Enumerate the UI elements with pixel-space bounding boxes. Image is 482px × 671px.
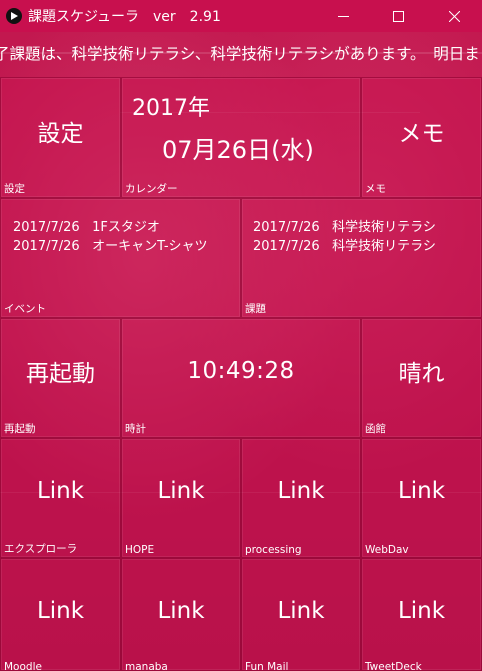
title-bar: 課題スケジューラ ver 2.91 (0, 0, 482, 32)
maximize-button[interactable] (375, 0, 421, 32)
link-tile-title: Link (277, 478, 325, 504)
play-icon (6, 8, 22, 24)
weather-location-label: 函館 (365, 423, 386, 435)
memo-tile-label: メモ (365, 183, 386, 195)
link-tile-explorer[interactable]: Link エクスプローラ (0, 438, 121, 558)
memo-tile[interactable]: メモ メモ (361, 77, 482, 198)
link-tile-label: processing (245, 544, 302, 556)
event-text: 1Fスタジオ (92, 220, 160, 235)
event-date: 2017/7/26 (13, 220, 80, 235)
window-title: 課題スケジューラ ver 2.91 (28, 9, 221, 25)
calendar-tile-label: カレンダー (125, 183, 178, 195)
assignment-date: 2017/7/26 (253, 220, 320, 235)
calendar-tile[interactable]: 2017年 07月26日(水) カレンダー (121, 77, 361, 198)
event-item: 2017/7/26 オーキャンT-シャツ (13, 235, 208, 254)
link-tile-hope[interactable]: Link HOPE (121, 438, 241, 558)
close-button[interactable] (431, 0, 477, 32)
clock-tile[interactable]: 10:49:28 時計 (121, 318, 361, 438)
clock-tile-label: 時計 (125, 423, 146, 435)
link-tile-label: Fun Mail (245, 661, 289, 671)
event-date: 2017/7/26 (13, 239, 80, 254)
link-tile-label: Moodle (4, 661, 42, 671)
restart-tile[interactable]: 再起動 再起動 (0, 318, 121, 438)
calendar-date: 07月26日(水) (162, 136, 314, 164)
restart-tile-title: 再起動 (26, 361, 95, 387)
link-tile-fun-mail[interactable]: Link Fun Mail (241, 558, 361, 671)
link-tile-label: HOPE (125, 544, 155, 556)
link-tile-label: エクスプローラ (4, 543, 78, 555)
assignments-tile[interactable]: 2017/7/26 科学技術リテラシ 2017/7/26 科学技術リテラシ 課題 (241, 198, 482, 318)
weather-tile[interactable]: 晴れ 函館 (361, 318, 482, 438)
link-tile-title: Link (157, 597, 205, 624)
link-tile-label: TweetDeck (365, 661, 422, 671)
assignment-ticker: 了課題は、科学技術リテラシ、科学技術リテラシがあります。 明日ま (0, 39, 482, 69)
ticker-text: 了課題は、科学技術リテラシ、科学技術リテラシがあります。 明日ま (0, 45, 480, 63)
link-tile-tweetdeck[interactable]: Link TweetDeck (361, 558, 482, 671)
assignment-text: 科学技術リテラシ (332, 239, 436, 254)
link-tile-title: Link (277, 597, 325, 624)
link-tile-processing[interactable]: Link processing (241, 438, 361, 558)
calendar-year: 2017年 (132, 96, 210, 121)
settings-tile[interactable]: 設定 設定 (0, 77, 121, 198)
settings-tile-label: 設定 (4, 183, 25, 195)
minimize-button[interactable] (320, 0, 366, 32)
weather-condition: 晴れ (398, 361, 445, 387)
link-tile-title: Link (36, 597, 85, 624)
link-tile-title: Link (397, 478, 446, 504)
assignment-item: 2017/7/26 科学技術リテラシ (253, 235, 436, 254)
link-tile-label: WebDav (365, 544, 409, 556)
assignment-date: 2017/7/26 (253, 239, 320, 254)
link-tile-label: manaba (125, 661, 168, 671)
assignments-tile-label: 課題 (245, 303, 266, 315)
link-tile-title: Link (157, 478, 205, 504)
link-tile-title: Link (397, 597, 446, 624)
settings-tile-title: 設定 (37, 120, 84, 147)
link-tile-title: Link (36, 478, 85, 504)
event-item: 2017/7/26 1Fスタジオ (13, 216, 160, 235)
link-tile-webdav[interactable]: Link WebDav (361, 438, 482, 558)
memo-tile-title: メモ (398, 120, 445, 147)
link-tile-moodle[interactable]: Link Moodle (0, 558, 121, 671)
assignment-text: 科学技術リテラシ (332, 220, 436, 235)
restart-tile-label: 再起動 (4, 423, 36, 435)
event-text: オーキャンT-シャツ (92, 239, 208, 254)
events-tile[interactable]: 2017/7/26 1Fスタジオ 2017/7/26 オーキャンT-シャツ イベ… (0, 198, 241, 318)
assignment-item: 2017/7/26 科学技術リテラシ (253, 216, 436, 235)
events-tile-label: イベント (4, 303, 46, 315)
clock-time: 10:49:28 (187, 358, 295, 384)
link-tile-manaba[interactable]: Link manaba (121, 558, 241, 671)
